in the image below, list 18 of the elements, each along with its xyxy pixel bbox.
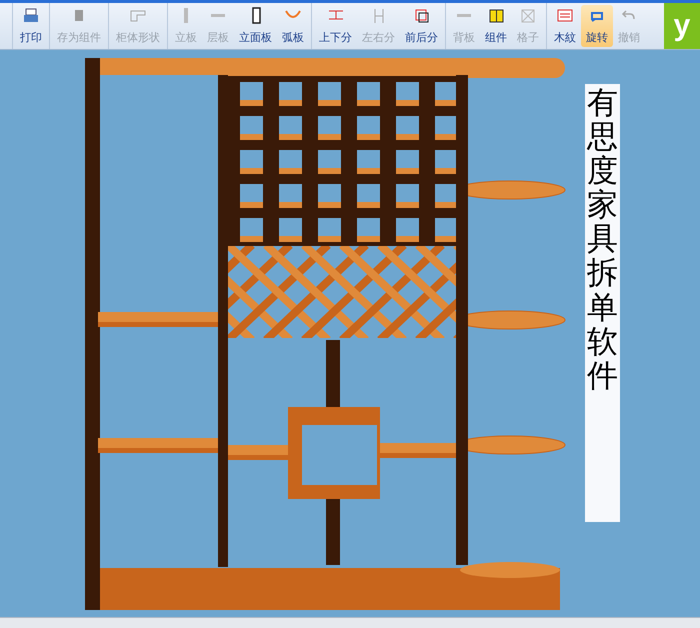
toolbar-button[interactable]: 上下分	[314, 5, 357, 47]
vbar-icon	[184, 7, 188, 24]
toolbar-button[interactable]: 打印	[15, 5, 47, 47]
hbar-icon	[457, 14, 471, 17]
toolbar-button[interactable]: 旋转	[581, 5, 613, 47]
grid-icon	[519, 7, 537, 24]
toolbar-button[interactable]: 木紋	[549, 5, 581, 47]
wood-icon	[556, 7, 574, 24]
toolbar-button[interactable]: 立面板	[234, 5, 277, 47]
toolbar-button[interactable]: 组件	[480, 5, 512, 47]
cube-icon	[412, 7, 430, 24]
toolbar-button[interactable]: 弧板	[277, 5, 309, 47]
hbar-icon	[211, 14, 225, 17]
cabinet-icon	[487, 7, 505, 24]
printer-icon	[22, 7, 40, 24]
app-logo: y	[664, 3, 700, 49]
side-label: 有思度家具拆单软件	[587, 84, 618, 396]
toolbar-button[interactable]: 前后分	[400, 5, 443, 47]
